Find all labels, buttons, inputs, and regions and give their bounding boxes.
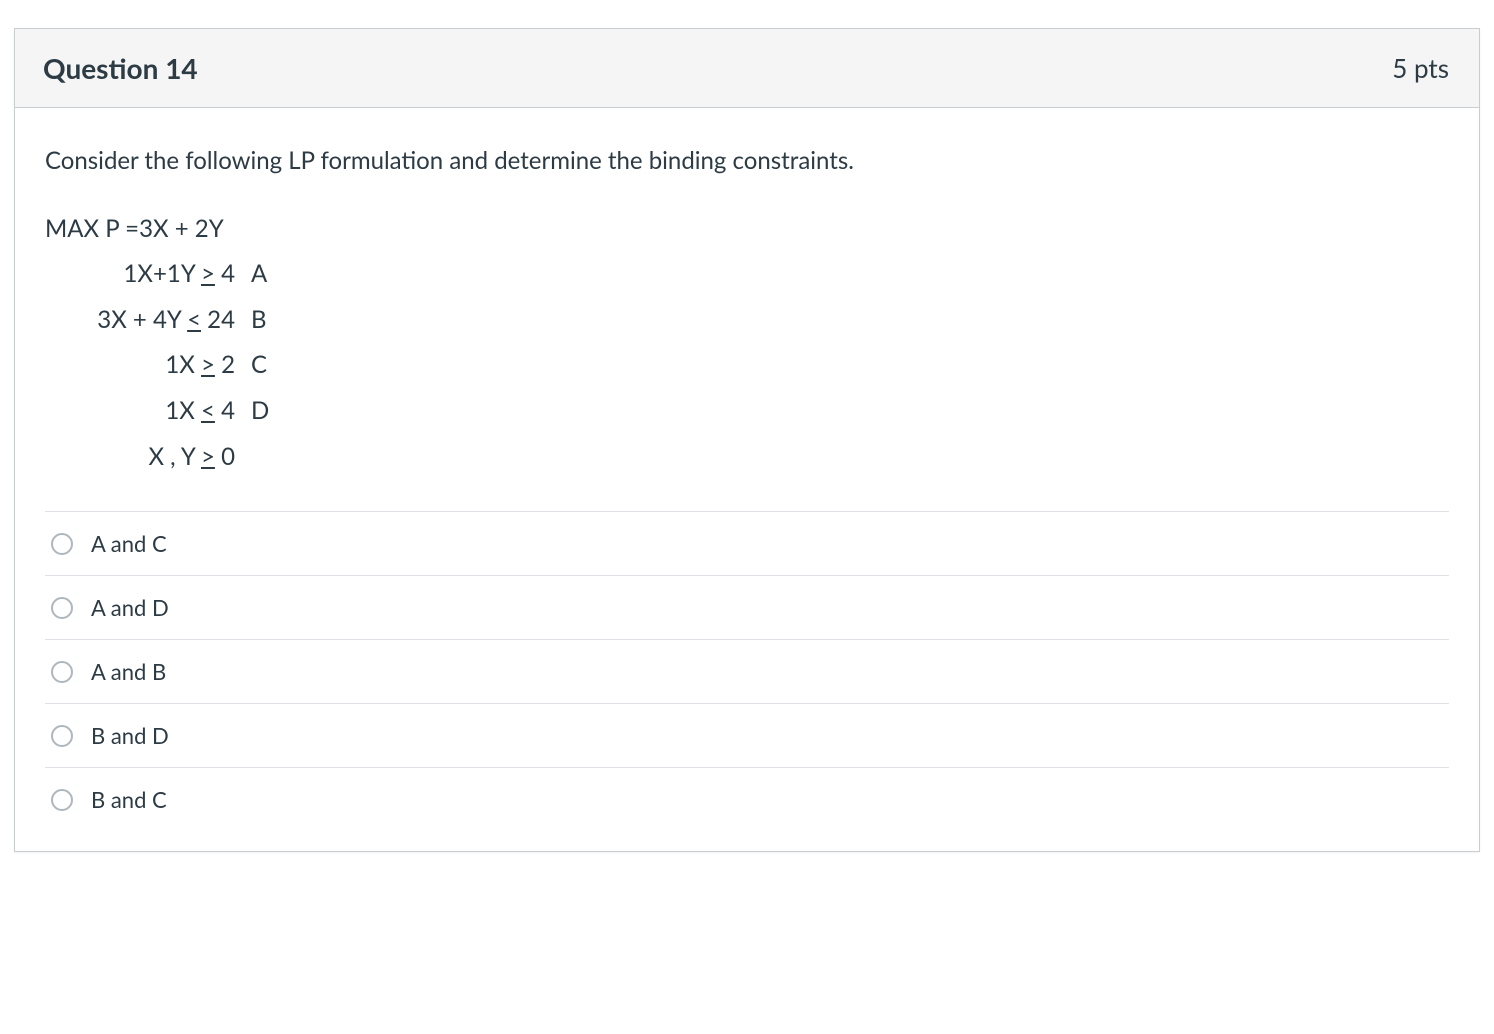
answer-list: A and C A and D A and B B and D B and C — [45, 511, 1449, 831]
answer-label: B and D — [91, 722, 169, 749]
answer-label: A and C — [91, 530, 167, 557]
radio-icon[interactable] — [51, 597, 73, 619]
radio-icon[interactable] — [51, 789, 73, 811]
answer-option[interactable]: A and C — [45, 511, 1449, 575]
answer-option[interactable]: A and D — [45, 575, 1449, 639]
lp-nonnegativity: X , Y > 0 — [45, 434, 1449, 480]
answer-option[interactable]: A and B — [45, 639, 1449, 703]
lp-formulation: MAX P =3X + 2Y 1X+1Y > 4 A 3X + 4Y < 24 … — [45, 206, 1449, 480]
question-title: Question 14 — [43, 51, 198, 85]
lp-constraint-a-label: A — [251, 251, 281, 297]
answer-label: A and D — [91, 594, 169, 621]
answer-option[interactable]: B and D — [45, 703, 1449, 767]
lp-constraint-d-label: D — [251, 388, 281, 434]
lp-nonnegativity-expr: X , Y > 0 — [45, 434, 251, 480]
lp-constraint-b: 3X + 4Y < 24 B — [45, 297, 1449, 343]
lp-objective: MAX P =3X + 2Y — [45, 206, 1449, 252]
question-card: Question 14 5 pts Consider the following… — [14, 28, 1480, 852]
answer-option[interactable]: B and C — [45, 767, 1449, 831]
lp-constraint-b-label: B — [251, 297, 281, 343]
question-prompt: Consider the following LP formulation an… — [45, 144, 1449, 178]
question-body: Consider the following LP formulation an… — [15, 108, 1479, 851]
lp-constraint-d-expr: 1X < 4 — [45, 388, 251, 434]
lp-constraint-c-expr: 1X > 2 — [45, 342, 251, 388]
lp-constraint-c: 1X > 2 C — [45, 342, 1449, 388]
answer-label: B and C — [91, 786, 167, 813]
radio-icon[interactable] — [51, 725, 73, 747]
question-header: Question 14 5 pts — [15, 29, 1479, 108]
lp-constraint-b-expr: 3X + 4Y < 24 — [45, 297, 251, 343]
lp-constraint-a-expr: 1X+1Y > 4 — [45, 251, 251, 297]
lp-constraint-c-label: C — [251, 342, 281, 388]
answer-label: A and B — [91, 658, 166, 685]
lp-constraint-d: 1X < 4 D — [45, 388, 1449, 434]
radio-icon[interactable] — [51, 661, 73, 683]
radio-icon[interactable] — [51, 533, 73, 555]
lp-constraint-a: 1X+1Y > 4 A — [45, 251, 1449, 297]
question-points: 5 pts — [1392, 52, 1449, 84]
